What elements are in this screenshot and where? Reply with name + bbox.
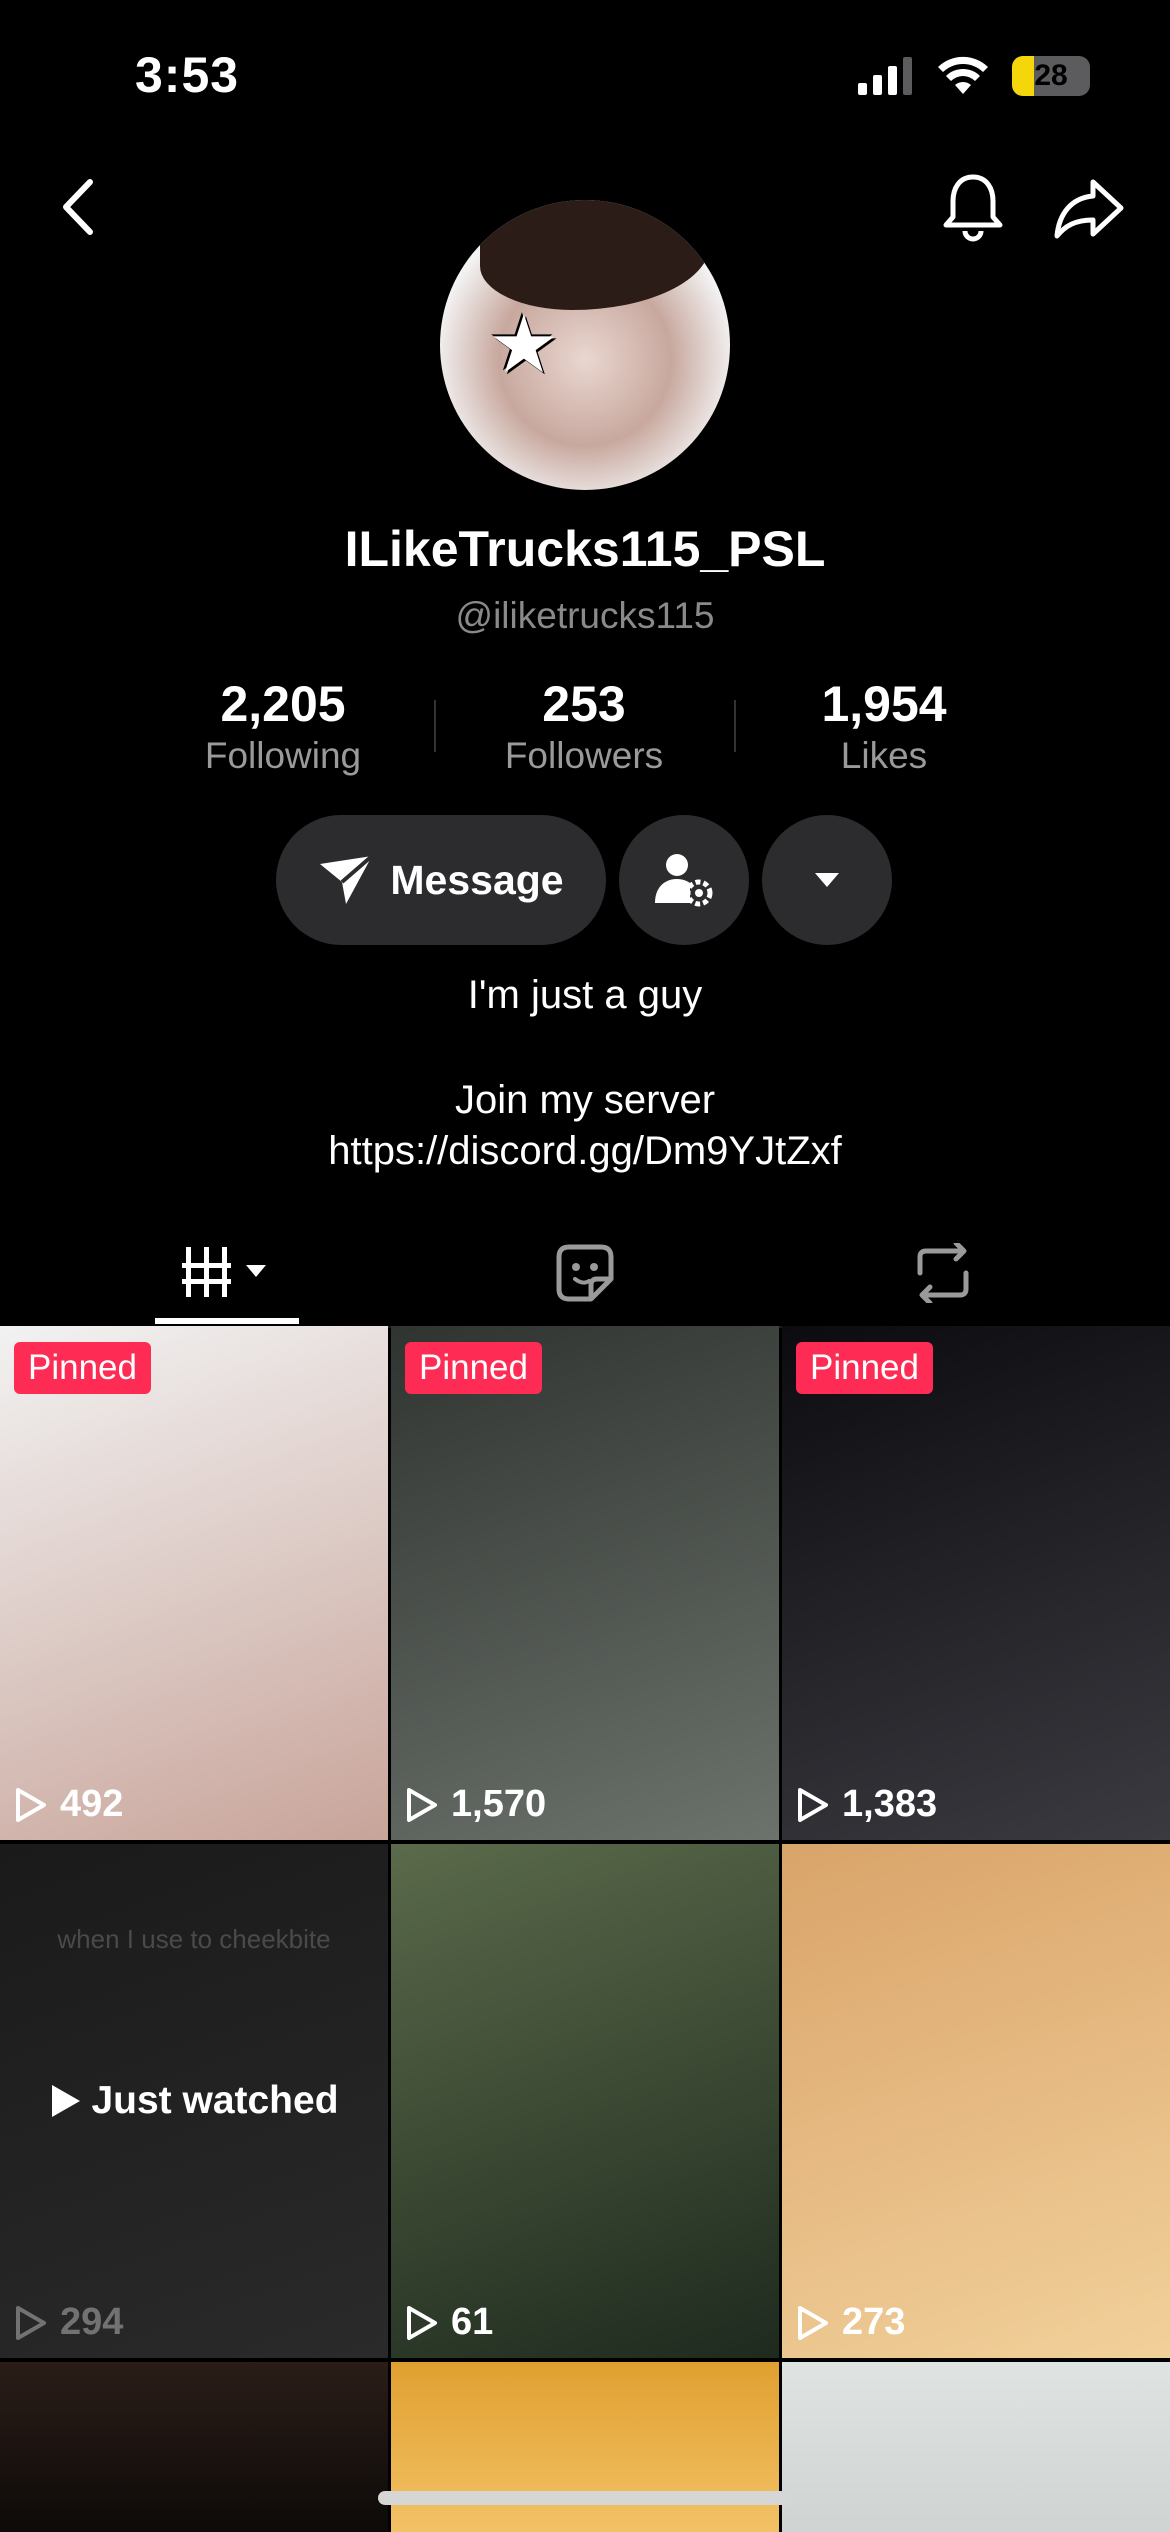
play-outline-icon <box>16 2305 46 2340</box>
profile-tabs <box>0 1220 1170 1328</box>
play-icon <box>52 2085 81 2117</box>
following-count: 2,205 <box>220 676 346 732</box>
pinned-badge: Pinned <box>405 1342 542 1394</box>
star-sticker-icon: ★ <box>488 300 560 389</box>
video-tile[interactable]: 273 <box>782 1844 1170 2358</box>
bio-line: I'm just a guy <box>467 973 703 1017</box>
sticker-icon <box>556 1244 614 1302</box>
view-count-text: 294 <box>60 2301 124 2343</box>
battery-icon: 28 <box>1012 56 1090 96</box>
just-watched-text: Just watched <box>91 2079 339 2122</box>
view-count-text: 1,383 <box>842 1783 938 1825</box>
view-count: 492 <box>14 1783 123 1826</box>
status-time: 3:53 <box>135 47 240 103</box>
message-button[interactable]: Message <box>276 815 606 945</box>
more-options-button[interactable] <box>762 815 892 945</box>
stat-following[interactable]: 2,205 Following <box>133 675 433 777</box>
bio-line: Join my server <box>454 1078 716 1122</box>
active-tab-indicator <box>155 1318 299 1324</box>
video-tile[interactable]: Pinned 1,570 <box>391 1326 779 1840</box>
play-outline-icon <box>407 2305 437 2340</box>
grid-icon <box>182 1247 266 1297</box>
stat-likes[interactable]: 1,954 Likes <box>734 675 1034 777</box>
pinned-badge: Pinned <box>14 1342 151 1394</box>
video-tile[interactable] <box>0 2362 388 2532</box>
profile-avatar[interactable]: ★ <box>440 200 730 490</box>
share-button[interactable] <box>1052 172 1126 244</box>
chevron-left-icon <box>63 179 93 235</box>
view-count: 1,570 <box>405 1783 546 1826</box>
stat-followers[interactable]: 253 Followers <box>434 675 734 777</box>
tab-favorites[interactable] <box>513 1220 657 1326</box>
back-button[interactable] <box>50 175 106 239</box>
video-tile[interactable] <box>391 2362 779 2532</box>
status-icons: 28 <box>858 56 1090 96</box>
wifi-icon <box>938 56 988 94</box>
home-indicator[interactable] <box>378 2491 792 2505</box>
video-tile[interactable]: 61 <box>391 1844 779 2358</box>
view-count-text: 492 <box>60 1783 124 1825</box>
view-count: 294 <box>14 2301 123 2344</box>
bell-icon <box>943 174 1003 242</box>
video-tile[interactable] <box>782 2362 1170 2532</box>
send-icon <box>320 854 374 904</box>
video-tile[interactable]: when I use to cheekbite Just watched 294 <box>0 1844 388 2358</box>
tab-videos[interactable] <box>155 1220 299 1326</box>
status-bar: 3:53 28 <box>0 0 1170 150</box>
view-count-text: 61 <box>451 2301 494 2343</box>
play-outline-icon <box>798 1787 828 1822</box>
repost-icon <box>917 1243 969 1303</box>
share-icon <box>1054 179 1124 239</box>
message-label: Message <box>390 856 564 903</box>
play-outline-icon <box>16 1787 46 1822</box>
caret-down-icon <box>815 873 839 887</box>
video-tile[interactable]: Pinned 492 <box>0 1326 388 1840</box>
following-label: Following <box>204 735 362 776</box>
view-count: 273 <box>796 2301 905 2344</box>
just-watched-label: Just watched <box>0 1844 388 2358</box>
avatar-hair <box>480 200 710 310</box>
person-gear-icon <box>655 854 713 907</box>
tab-reposts[interactable] <box>871 1220 1015 1326</box>
play-outline-icon <box>407 1787 437 1822</box>
view-count-text: 273 <box>842 2301 906 2343</box>
display-name: ILikeTrucks115_PSL <box>344 521 826 577</box>
likes-label: Likes <box>840 735 928 776</box>
view-count: 61 <box>405 2301 493 2344</box>
view-count-text: 1,570 <box>451 1783 547 1825</box>
followers-label: Followers <box>504 735 664 776</box>
username: @iliketrucks115 <box>455 595 715 636</box>
friend-settings-button[interactable] <box>619 815 749 945</box>
followers-count: 253 <box>542 676 626 732</box>
likes-count: 1,954 <box>821 676 947 732</box>
signal-icon <box>858 57 912 95</box>
pinned-badge: Pinned <box>796 1342 933 1394</box>
view-count: 1,383 <box>796 1783 937 1826</box>
video-tile[interactable]: Pinned 1,383 <box>782 1326 1170 1840</box>
battery-level: 28 <box>1034 59 1068 92</box>
bio-link[interactable]: https://discord.gg/Dm9YJtZxf <box>0 1126 1170 1176</box>
play-outline-icon <box>798 2305 828 2340</box>
notifications-button[interactable] <box>938 170 1008 244</box>
